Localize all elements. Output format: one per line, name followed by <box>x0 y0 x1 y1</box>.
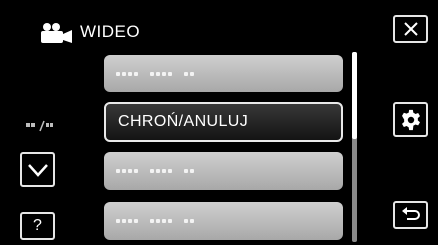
back-button[interactable] <box>393 201 428 229</box>
settings-button[interactable] <box>393 102 428 137</box>
close-icon <box>403 22 418 36</box>
return-icon <box>401 207 420 220</box>
video-camera-icon <box>41 23 72 43</box>
placeholder-text-marks <box>116 219 194 223</box>
close-button[interactable] <box>393 15 428 43</box>
menu-item-label: CHROŃ/ANULUJ <box>118 113 249 130</box>
scroll-down-button[interactable] <box>20 152 55 187</box>
menu-item-disabled <box>104 202 343 240</box>
chevron-down-icon <box>27 163 48 177</box>
protect-indicator-icon <box>26 120 53 132</box>
help-button[interactable]: ? <box>20 212 55 240</box>
placeholder-text-marks <box>116 169 194 173</box>
gear-icon <box>401 109 420 130</box>
menu-item-disabled <box>104 152 343 190</box>
menu-item-protect-cancel[interactable]: CHROŃ/ANULUJ <box>104 102 343 142</box>
scrollbar-thumb[interactable] <box>352 52 357 139</box>
placeholder-text-marks <box>116 71 194 76</box>
page-title: WIDEO <box>80 22 141 41</box>
menu-item-disabled <box>104 55 343 92</box>
